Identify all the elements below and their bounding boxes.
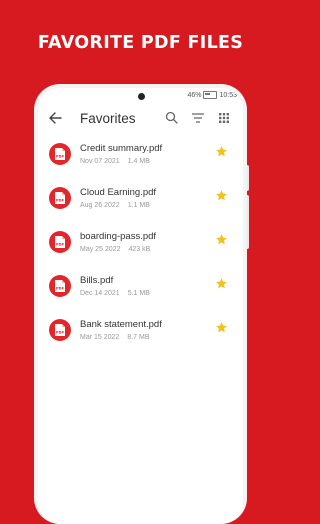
file-size: 5.1 MB — [127, 290, 150, 297]
svg-text:PDF: PDF — [56, 331, 65, 335]
file-row[interactable]: PDF Bills.pdf Dec 14 2021 5.1 MB — [38, 272, 243, 316]
status-time: 10:53 — [219, 91, 237, 99]
svg-text:PDF: PDF — [56, 243, 65, 247]
file-row[interactable]: PDF Credit summary.pdf Nov 07 2021 1.4 MB — [38, 140, 243, 184]
file-name: Bank statement.pdf — [80, 319, 162, 330]
file-size: 1.1 MB — [127, 202, 150, 209]
star-icon[interactable] — [215, 145, 228, 158]
file-date: May 25 2022 — [80, 246, 121, 253]
favorites-list: PDF Credit summary.pdf Nov 07 2021 1.4 MB… — [38, 140, 243, 360]
phone-frame: 46% 10:53 Favorites PDF Credit summary.p… — [34, 84, 247, 524]
front-camera — [138, 93, 145, 100]
star-icon[interactable] — [215, 189, 228, 202]
svg-text:PDF: PDF — [56, 155, 65, 159]
file-row[interactable]: PDF Bank statement.pdf Mar 15 2022 8.7 MB — [38, 316, 243, 360]
pdf-file-icon: PDF — [49, 187, 71, 209]
file-meta: Mar 15 2022 8.7 MB — [80, 334, 150, 341]
battery-icon — [203, 91, 218, 99]
file-row[interactable]: PDF Cloud Earning.pdf Aug 26 2022 1.1 MB — [38, 184, 243, 228]
star-icon[interactable] — [215, 277, 228, 290]
pdf-file-icon: PDF — [49, 143, 71, 165]
file-meta: Dec 14 2021 5.1 MB — [80, 290, 150, 297]
battery-percent: 46% — [187, 91, 202, 99]
file-size: 1.4 MB — [127, 158, 150, 165]
svg-text:PDF: PDF — [56, 287, 65, 291]
phone-screen: 46% 10:53 Favorites PDF Credit summary.p… — [38, 88, 243, 524]
status-bar: 46% 10:53 — [187, 91, 237, 99]
arrow-back-icon[interactable] — [48, 109, 64, 127]
file-size: 423 kB — [128, 246, 151, 253]
app-bar: Favorites — [38, 104, 243, 136]
file-meta: May 25 2022 423 kB — [80, 246, 150, 253]
file-size: 8.7 MB — [127, 334, 150, 341]
file-date: Aug 26 2022 — [80, 202, 120, 209]
file-name: Cloud Earning.pdf — [80, 187, 157, 198]
file-date: Dec 14 2021 — [80, 290, 120, 297]
file-name: Credit summary.pdf — [80, 143, 163, 154]
grid-view-icon[interactable] — [216, 110, 232, 126]
file-date: Nov 07 2021 — [80, 158, 120, 165]
star-icon[interactable] — [215, 233, 228, 246]
page-title: Favorites — [80, 111, 136, 126]
file-row[interactable]: PDF boarding-pass.pdf May 25 2022 423 kB — [38, 228, 243, 272]
pdf-file-icon: PDF — [49, 275, 71, 297]
svg-text:PDF: PDF — [56, 199, 65, 203]
star-icon[interactable] — [215, 321, 228, 334]
search-icon[interactable] — [164, 110, 180, 126]
pdf-file-icon: PDF — [49, 231, 71, 253]
pdf-file-icon: PDF — [49, 319, 71, 341]
file-meta: Aug 26 2022 1.1 MB — [80, 202, 150, 209]
promo-headline: FAVORITE PDF FILES — [37, 33, 244, 53]
sort-icon[interactable] — [190, 110, 206, 126]
file-name: Bills.pdf — [80, 275, 114, 286]
file-date: Mar 15 2022 — [80, 334, 120, 341]
file-meta: Nov 07 2021 1.4 MB — [80, 158, 150, 165]
file-name: boarding-pass.pdf — [80, 231, 157, 242]
